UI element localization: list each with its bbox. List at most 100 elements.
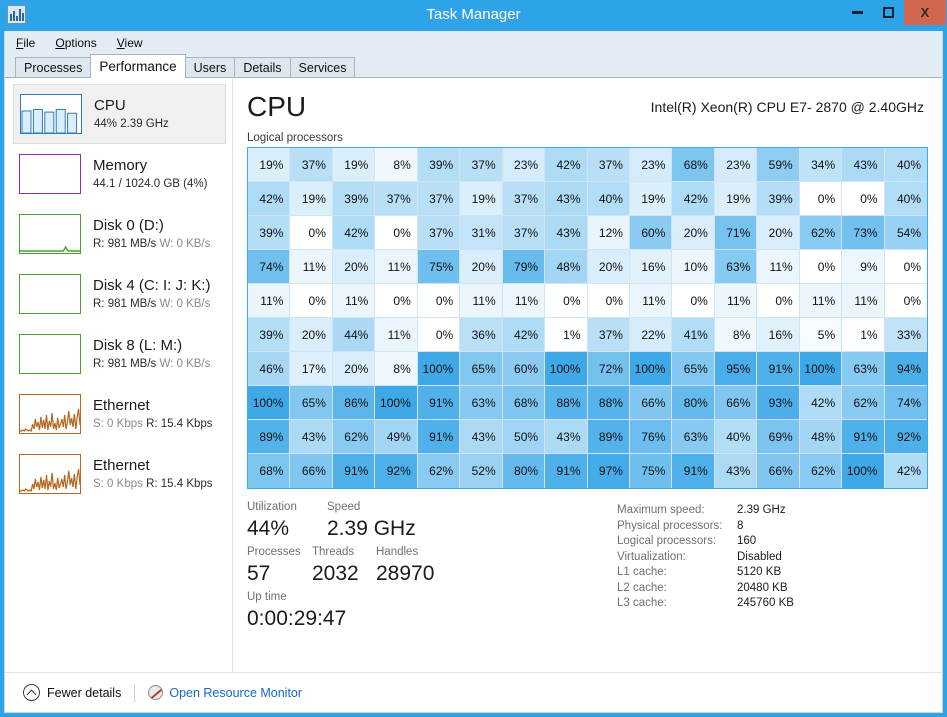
sidebar-item-disk-4-c-i-j-k[interactable]: Disk 4 (C: I: J: K:) R: 981 MB/s W: 0 KB/…	[13, 264, 226, 324]
cpu-detail-panel: CPU Intel(R) Xeon(R) CPU E7- 2870 @ 2.40…	[233, 78, 942, 672]
sidebar-item-text: Ethernet S: 0 Kbps R: 15.4 Kbps	[93, 457, 213, 492]
tab-services[interactable]: Services	[289, 57, 356, 78]
sidebar-item-disk-8-l-m[interactable]: Disk 8 (L: M:) R: 981 MB/s W: 0 KB/s	[13, 324, 226, 384]
sidebar-item-label: Ethernet	[93, 396, 150, 414]
sidebar-item-text: Memory 44.1 / 1024.0 GB (4%)	[93, 157, 207, 192]
cpu-cell: 11%	[799, 284, 843, 318]
logical-processors-label: Logical processors	[247, 132, 343, 144]
sidebar-item-label: Disk 4 (C: I: J: K:)	[93, 276, 211, 294]
cpu-cell: 43%	[842, 148, 885, 182]
cpu-cell: 0%	[375, 284, 418, 318]
cpu-cell: 37%	[587, 148, 630, 182]
cpu-cell: 0%	[757, 284, 800, 318]
cpu-cell: 39%	[332, 182, 376, 216]
cpu-cell: 8%	[714, 318, 758, 352]
cpu-info-row: Physical processors: 8	[617, 519, 924, 535]
cpu-cell: 91%	[545, 454, 588, 488]
cpu-model-label: Intel(R) Xeon(R) CPU E7- 2870 @ 2.40GHz	[650, 99, 924, 115]
cpu-cell: 66%	[757, 454, 800, 488]
footer-bar: Fewer details Open Resource Monitor	[5, 672, 942, 712]
sidebar-item-ethernet[interactable]: Ethernet S: 0 Kbps R: 15.4 Kbps	[13, 384, 226, 444]
cpu-cell: 86%	[332, 386, 376, 420]
cpu-header: CPU Intel(R) Xeon(R) CPU E7- 2870 @ 2.40…	[247, 90, 924, 132]
open-resource-monitor-link[interactable]: Open Resource Monitor	[148, 685, 302, 700]
cpu-cell: 37%	[460, 148, 503, 182]
minimize-icon	[851, 11, 863, 14]
cpu-info-label: Maximum speed:	[617, 504, 705, 516]
stat-row-utilization-speed: Utilization 44% Speed 2.39 GHz	[247, 500, 617, 543]
cpu-cell: 60%	[629, 216, 673, 250]
cpu-cell: 73%	[842, 216, 885, 250]
sidebar-item-text: Ethernet S: 0 Kbps R: 15.4 Kbps	[93, 397, 213, 432]
close-button[interactable]: X	[904, 0, 946, 25]
tab-processes[interactable]: Processes	[15, 57, 92, 78]
cpu-cell: 91%	[332, 454, 376, 488]
speed-value: 2.39 GHz	[327, 517, 416, 540]
cpu-info-value: Disabled	[737, 550, 782, 563]
cpu-cell: 12%	[587, 216, 630, 250]
tab-users[interactable]: Users	[184, 57, 236, 78]
title-bar: Task Manager X	[0, 0, 947, 31]
menu-item-options[interactable]: Options	[55, 36, 96, 50]
cpu-cell: 66%	[629, 386, 673, 420]
stat-utilization: Utilization 44%	[247, 500, 327, 543]
tab-performance[interactable]: Performance	[90, 54, 186, 78]
cpu-cell: 46%	[248, 352, 291, 386]
sidebar-mini-graph-net-spiky	[19, 454, 81, 494]
cpu-cell: 91%	[672, 454, 715, 488]
cpu-cell: 11%	[375, 250, 418, 284]
cpu-cell: 19%	[290, 182, 333, 216]
cpu-cell: 92%	[375, 454, 418, 488]
cpu-cell: 71%	[714, 216, 758, 250]
cpu-info-label: Physical processors:	[617, 519, 723, 532]
cpu-cell: 0%	[290, 284, 333, 318]
sidebar-item-disk-0-d[interactable]: Disk 0 (D:) R: 981 MB/s W: 0 KB/s	[13, 204, 226, 264]
tab-details[interactable]: Details	[234, 57, 291, 78]
stat-speed: Speed 2.39 GHz	[327, 500, 416, 543]
cpu-cell: 11%	[460, 284, 503, 318]
cpu-cell: 48%	[799, 420, 843, 454]
sidebar-item-ethernet[interactable]: Ethernet S: 0 Kbps R: 15.4 Kbps	[13, 444, 226, 504]
menu-item-view[interactable]: View	[117, 36, 143, 50]
stat-handles: Handles 28970	[376, 545, 434, 588]
sidebar-mini-graph-empty	[19, 334, 81, 374]
cpu-cell: 17%	[290, 352, 333, 386]
menu-item-file[interactable]: File	[16, 36, 35, 50]
sidebar-item-cpu[interactable]: CPU 44% 2.39 GHz	[13, 84, 226, 144]
cpu-cell: 0%	[672, 284, 715, 318]
cpu-cell: 49%	[375, 420, 418, 454]
sidebar-item-memory[interactable]: Memory 44.1 / 1024.0 GB (4%)	[13, 144, 226, 204]
cpu-stats: Utilization 44% Speed 2.39 GHz Processes	[247, 500, 924, 635]
stat-uptime: Up time 0:00:29:47	[247, 590, 346, 633]
cpu-cell: 91%	[757, 352, 800, 386]
cpu-cell: 40%	[884, 148, 927, 182]
cpu-cell: 0%	[884, 284, 927, 318]
minimize-button[interactable]	[842, 0, 872, 25]
cpu-cell: 39%	[248, 318, 291, 352]
cpu-cell: 92%	[884, 420, 927, 454]
cpu-cell: 42%	[799, 386, 843, 420]
cpu-cell: 89%	[248, 420, 291, 454]
cpu-info-list: Maximum speed: 2.39 GHz Physical processor…	[617, 500, 924, 635]
cpu-cell: 11%	[714, 284, 758, 318]
cpu-info-row: L1 cache: 5120 KB	[617, 565, 924, 581]
cpu-cell: 62%	[799, 216, 843, 250]
resource-monitor-icon	[148, 685, 164, 700]
cpu-cell: 9%	[842, 250, 885, 284]
cpu-cell: 20%	[332, 352, 376, 386]
sidebar-mini-graph-net-spiky	[19, 394, 81, 434]
sidebar-item-sublabel: R: 981 MB/s W: 0 KB/s	[93, 237, 211, 250]
cpu-cell: 20%	[672, 216, 715, 250]
cpu-cell: 72%	[587, 352, 630, 386]
cpu-info-label: Virtualization:	[617, 550, 686, 563]
maximize-button[interactable]	[873, 0, 903, 25]
sidebar-item-sublabel: 44% 2.39 GHz	[94, 117, 169, 130]
logical-processor-heatmap: 19% 37% 19% 8% 39% 37% 23% 42% 37% 23% 68% 23% 59% 34…	[247, 147, 928, 489]
cpu-cell: 93%	[757, 386, 800, 420]
cpu-cell: 20%	[290, 318, 333, 352]
fewer-details-button[interactable]: Fewer details	[23, 684, 121, 701]
cpu-cell: 23%	[502, 148, 546, 182]
cpu-cell: 39%	[248, 216, 291, 250]
cpu-cell: 63%	[842, 352, 885, 386]
maximize-icon	[882, 7, 894, 18]
